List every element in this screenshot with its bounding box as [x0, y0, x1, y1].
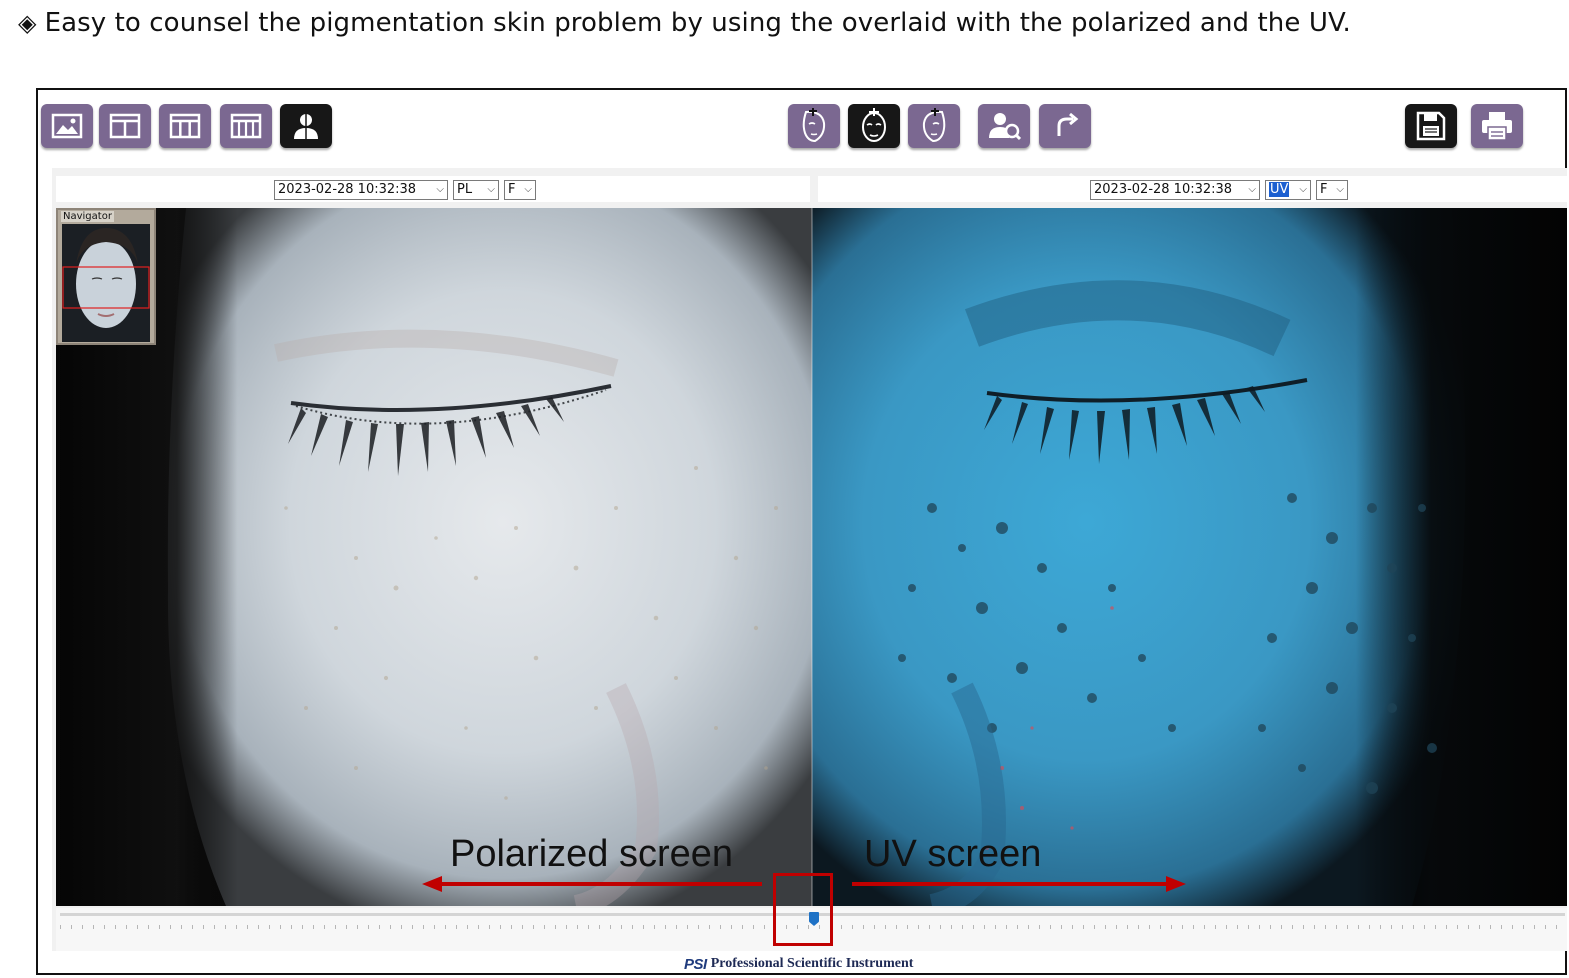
three-split-button[interactable]: [159, 104, 211, 148]
slider-highlight-box: [773, 873, 833, 946]
chevron-down-icon: ⌵: [1336, 184, 1344, 195]
chevron-down-icon: ⌵: [436, 184, 444, 195]
overlay-person-button[interactable]: [280, 104, 332, 148]
psi-logo: PSI: [684, 955, 707, 973]
overlay-person-icon: [294, 113, 318, 139]
right-arrow-icon: [852, 876, 1186, 892]
zoom-person-icon: [989, 113, 1021, 141]
face-right-button[interactable]: [908, 104, 960, 148]
navigator-panel[interactable]: Navigator: [56, 208, 156, 345]
left-arrow-icon: [422, 876, 762, 892]
left-date-select[interactable]: 2023-02-28 10:32:38 ⌵: [274, 180, 448, 200]
right-panel-controls: 2023-02-28 10:32:38 ⌵ UV ⌵ F ⌵: [818, 176, 1567, 202]
left-date-value: 2023-02-28 10:32:38: [278, 182, 417, 197]
navigator-thumbnail[interactable]: [62, 224, 150, 342]
left-mode-select[interactable]: PL ⌵: [453, 180, 499, 200]
compare-viewer: 2023-02-28 10:32:38 ⌵ PL ⌵ F ⌵ 2023-02-2…: [52, 168, 1567, 951]
company-name: Professional Scientific Instrument: [710, 956, 914, 971]
chevron-down-icon: ⌵: [1248, 184, 1256, 195]
image-compare-area[interactable]: Navigator Polarized screen UV screen: [56, 208, 1567, 906]
two-split-icon: [109, 113, 141, 139]
chevron-down-icon: ⌵: [487, 184, 495, 195]
zoom-person-button[interactable]: [978, 104, 1030, 148]
face-right-icon: [922, 108, 946, 143]
app-window: 2023-02-28 10:32:38 ⌵ PL ⌵ F ⌵ 2023-02-2…: [36, 88, 1567, 975]
left-panel-controls: 2023-02-28 10:32:38 ⌵ PL ⌵ F ⌵: [56, 176, 810, 202]
left-view-value: F: [508, 182, 516, 197]
two-split-button[interactable]: [99, 104, 151, 148]
navigator-label: Navigator: [61, 211, 114, 222]
single-image-button[interactable]: [41, 104, 93, 148]
right-mode-select[interactable]: UV ⌵: [1265, 180, 1311, 200]
redo-button[interactable]: [1039, 104, 1091, 148]
left-mode-value: PL: [457, 182, 473, 197]
right-mode-value: UV: [1269, 182, 1290, 197]
caption-bullet: ◈: [18, 9, 37, 37]
right-view-value: F: [1320, 182, 1328, 197]
toolbar: [38, 90, 1565, 165]
face-left-icon: [802, 108, 826, 143]
split-divider[interactable]: [811, 208, 813, 906]
right-view-select[interactable]: F ⌵: [1316, 180, 1348, 200]
polarized-face-image: [56, 208, 812, 906]
uv-screen-label: UV screen: [864, 833, 1042, 875]
polarized-screen-label: Polarized screen: [450, 833, 734, 875]
print-icon: [1482, 112, 1512, 141]
single-image-icon: [51, 113, 83, 139]
caption: ◈ Easy to counsel the pigmentation skin p…: [18, 8, 1351, 38]
face-front-button[interactable]: [848, 104, 900, 148]
right-date-select[interactable]: 2023-02-28 10:32:38 ⌵: [1090, 180, 1260, 200]
print-button[interactable]: [1471, 104, 1523, 148]
footer-brand: PSI Professional Scientific Instrument: [684, 955, 913, 973]
caption-text: Easy to counsel the pigmentation skin pr…: [44, 8, 1351, 38]
save-icon: [1416, 111, 1446, 141]
face-left-button[interactable]: [788, 104, 840, 148]
four-split-icon: [230, 113, 262, 139]
right-date-value: 2023-02-28 10:32:38: [1094, 182, 1233, 197]
face-front-icon: [862, 108, 886, 142]
uv-face-image: [812, 208, 1567, 906]
chevron-down-icon: ⌵: [524, 184, 532, 195]
chevron-down-icon: ⌵: [1299, 184, 1307, 195]
save-button[interactable]: [1405, 104, 1457, 148]
redo-icon: [1057, 112, 1079, 136]
four-split-button[interactable]: [220, 104, 272, 148]
three-split-icon: [169, 113, 201, 139]
left-view-select[interactable]: F ⌵: [504, 180, 536, 200]
